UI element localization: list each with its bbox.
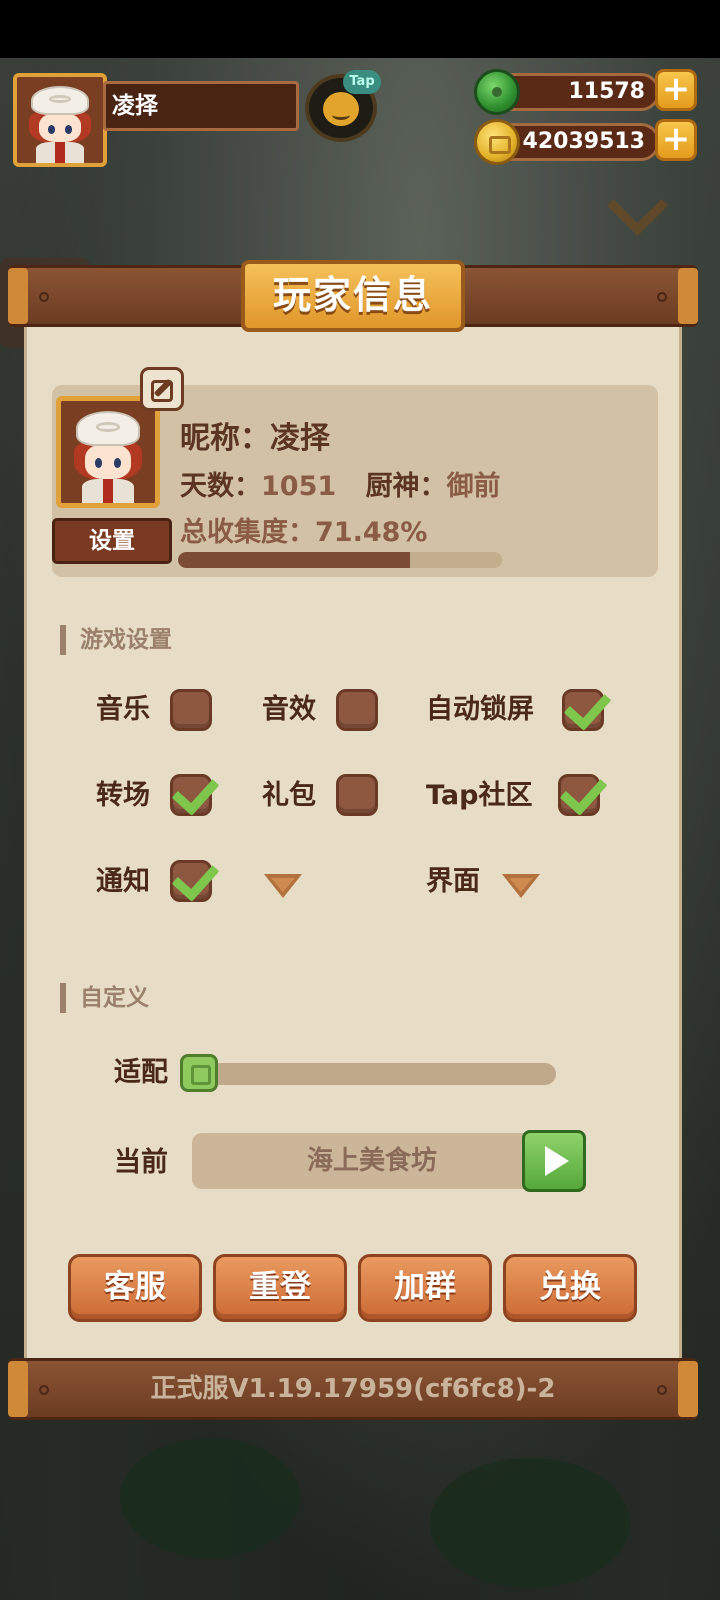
sfx-label: 音效 xyxy=(262,694,316,725)
profile-avatar[interactable] xyxy=(56,396,160,508)
collection-progress-bar xyxy=(178,552,502,568)
scene-play-button[interactable] xyxy=(522,1130,586,1192)
current-scene-display: 海上美食坊 xyxy=(192,1133,552,1189)
tap-badge: Tap xyxy=(343,70,381,94)
player-avatar[interactable] xyxy=(13,73,107,167)
background-palm xyxy=(430,1458,630,1588)
redeem-button[interactable]: 兑换 xyxy=(503,1254,637,1322)
background-palm xyxy=(120,1438,300,1558)
chef-avatar-icon xyxy=(61,401,155,503)
collection-progress-fill xyxy=(178,552,410,568)
play-icon xyxy=(545,1146,569,1176)
player-name-plate: 凌择 xyxy=(103,81,299,131)
auto-lock-label: 自动锁屏 xyxy=(426,694,534,725)
ui-dropdown-arrow-icon[interactable] xyxy=(502,874,540,898)
game-settings-header: 游戏设置 xyxy=(60,625,172,655)
nickname-label: 昵称： xyxy=(180,421,270,456)
chef-label: 厨神： xyxy=(365,471,447,502)
gift-label: 礼包 xyxy=(262,780,316,811)
music-label: 音乐 xyxy=(96,694,150,725)
music-checkbox[interactable] xyxy=(170,689,212,731)
customer-service-button[interactable]: 客服 xyxy=(68,1254,202,1322)
fit-label: 适配 xyxy=(114,1057,168,1088)
relogin-button[interactable]: 重登 xyxy=(213,1254,347,1322)
tap-community-label: Tap社区 xyxy=(426,780,533,811)
sfx-checkbox[interactable] xyxy=(336,689,378,731)
notify-label: 通知 xyxy=(96,866,150,897)
chef-value: 御前 xyxy=(446,471,501,502)
version-label: 正式服V1.19.17959(cf6fc8)-2 xyxy=(150,1374,556,1404)
collection-value: 71.48% xyxy=(315,517,428,548)
fit-slider-thumb[interactable] xyxy=(180,1054,218,1092)
collection-row: 总收集度：71.48% xyxy=(180,510,427,549)
nickname-row: 昵称：凌择 xyxy=(180,413,330,457)
panel-title: 玩家信息 xyxy=(241,260,465,332)
status-bar xyxy=(0,0,720,58)
gold-coin-icon xyxy=(474,119,520,165)
edit-profile-button[interactable] xyxy=(140,367,184,411)
days-value: 1051 xyxy=(261,471,337,502)
days-row: 天数：1051 厨神：御前 xyxy=(180,464,501,503)
collection-label: 总收集度： xyxy=(180,517,315,548)
transition-label: 转场 xyxy=(96,780,150,811)
days-label: 天数： xyxy=(180,471,261,502)
smiley-icon xyxy=(323,92,359,126)
nickname-value: 凌择 xyxy=(270,421,330,456)
join-group-button[interactable]: 加群 xyxy=(358,1254,492,1322)
auto-lock-checkbox[interactable] xyxy=(562,682,612,731)
avatar-setup-button[interactable]: 设置 xyxy=(52,518,172,564)
add-jade-button[interactable]: + xyxy=(655,69,697,111)
custom-header: 自定义 xyxy=(60,983,149,1013)
gift-checkbox[interactable] xyxy=(336,774,378,816)
transition-checkbox[interactable] xyxy=(170,767,220,816)
notify-checkbox[interactable] xyxy=(170,853,220,902)
tap-community-checkbox[interactable] xyxy=(558,767,608,816)
ui-label: 界面 xyxy=(426,866,480,897)
dropdown-arrow-icon[interactable] xyxy=(264,874,302,898)
fit-slider-track[interactable] xyxy=(184,1063,556,1085)
chef-avatar-icon xyxy=(17,77,103,163)
jade-icon xyxy=(474,69,520,115)
add-gold-button[interactable]: + xyxy=(655,119,697,161)
current-label: 当前 xyxy=(114,1147,168,1178)
